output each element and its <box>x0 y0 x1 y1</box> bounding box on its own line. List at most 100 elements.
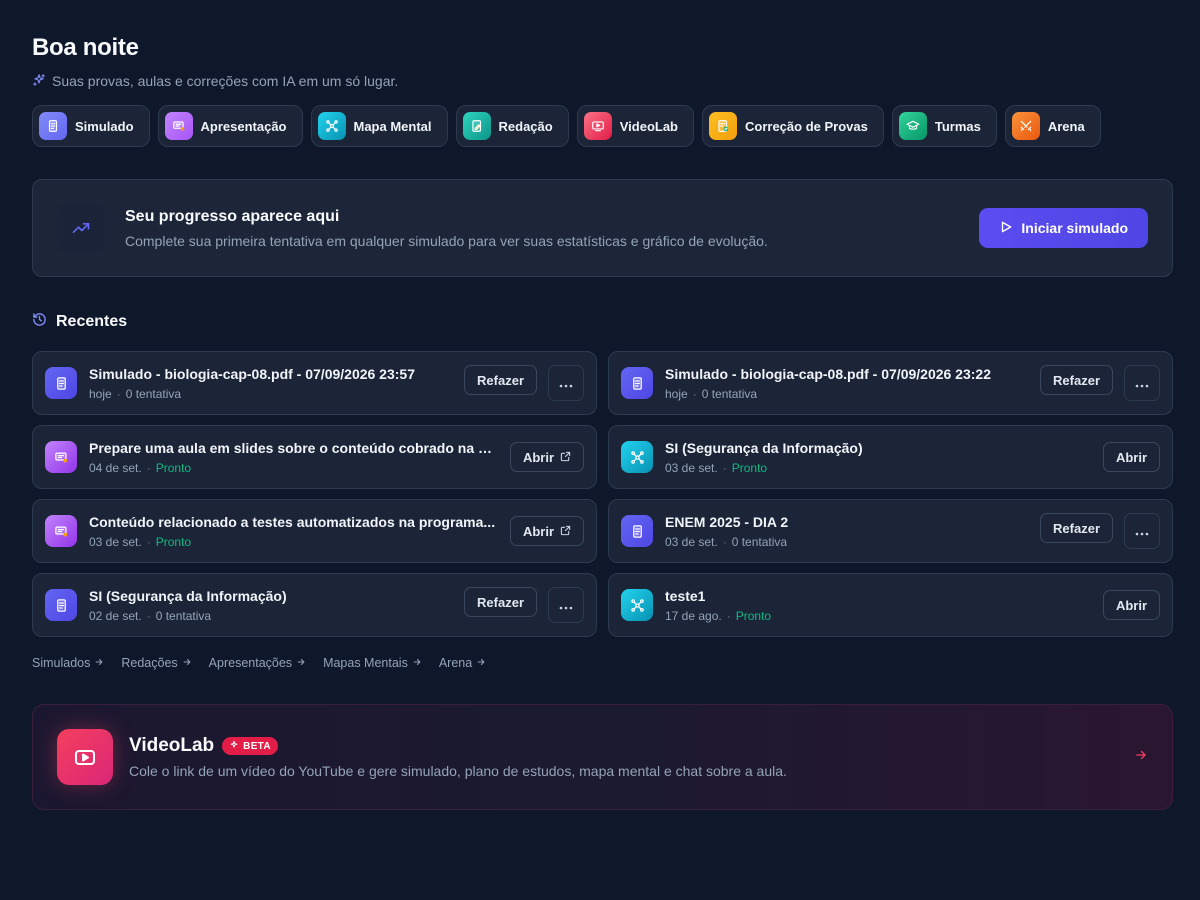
tool-button-mapa-mental[interactable]: Mapa Mental <box>310 105 448 147</box>
recent-item-title: SI (Segurança da Informação) <box>89 587 287 604</box>
quick-link-arena[interactable]: Arena <box>439 656 486 670</box>
more-options-button[interactable] <box>548 587 584 623</box>
refazer-button[interactable]: Refazer <box>464 365 537 395</box>
recent-item-meta: 02 de set. · 0 tentativa <box>89 607 450 625</box>
recent-item-date: 02 de set. <box>89 608 142 623</box>
recent-item-meta: hoje · 0 tentativa <box>89 385 450 403</box>
recent-item-title: teste1 <box>665 587 706 604</box>
document-icon <box>45 367 77 399</box>
recent-item[interactable]: SI (Segurança da Informação) 02 de set. · 0… <box>32 573 597 637</box>
abrir-button[interactable]: Abrir <box>1102 442 1160 472</box>
trending-up-icon <box>57 204 105 252</box>
tool-button-apresentacao[interactable]: Apresentação <box>157 105 303 147</box>
recent-item-title: Conteúdo relacionado a testes automatiza… <box>89 513 496 530</box>
pencil-doc-icon <box>462 112 491 140</box>
sparkles-icon <box>229 740 239 753</box>
history-icon <box>32 312 47 332</box>
ellipsis-icon <box>1135 376 1149 391</box>
arrow-right-icon[interactable] <box>1134 748 1148 767</box>
tool-button-videolab[interactable]: VideoLab <box>576 105 694 147</box>
recent-item-date: hoje <box>665 386 688 401</box>
recent-item-date: 03 de set. <box>89 534 142 549</box>
recent-item[interactable]: ENEM 2025 - DIA 2 03 de set. · 0 tentativa R… <box>608 499 1173 563</box>
quick-link-label: Arena <box>438 656 473 670</box>
recents-header: Recentes <box>32 311 1173 333</box>
external-link-icon <box>560 524 571 539</box>
separator-dot: · <box>726 608 731 623</box>
recent-item[interactable]: Prepare uma aula em slides sobre o conte… <box>32 425 597 489</box>
tool-button-redacao[interactable]: Redação <box>455 105 569 147</box>
video-icon <box>583 112 612 140</box>
recent-item-meta: 03 de set. · Pronto <box>665 459 1089 477</box>
quick-link-apresentacoes[interactable]: Apresentações <box>209 656 306 670</box>
action-label: Refazer <box>477 594 524 610</box>
recent-item-status: 0 tentativa <box>731 534 788 549</box>
action-label: Abrir <box>1115 449 1147 465</box>
refazer-button[interactable]: Refazer <box>1040 365 1113 395</box>
more-options-button[interactable] <box>548 365 584 401</box>
tool-label: Simulado <box>75 118 134 134</box>
quick-link-label: Redações <box>121 656 178 670</box>
quick-link-mapas-mentais[interactable]: Mapas Mentais <box>323 656 422 670</box>
start-simulado-button[interactable]: Iniciar simulado <box>979 208 1148 248</box>
recent-item[interactable]: Conteúdo relacionado a testes automatiza… <box>32 499 597 563</box>
tool-label: VideoLab <box>619 118 678 134</box>
separator-dot: · <box>722 534 727 549</box>
action-label: Abrir <box>1115 597 1147 613</box>
separator-dot: · <box>146 534 151 549</box>
presentation-icon <box>164 112 193 140</box>
separator-dot: · <box>146 608 151 623</box>
tool-button-correcao-de-provas[interactable]: Correção de Provas <box>702 105 884 147</box>
mind-map-icon <box>621 441 653 473</box>
arrow-right-icon <box>94 656 104 670</box>
abrir-button[interactable]: Abrir <box>509 516 584 546</box>
abrir-button[interactable]: Abrir <box>509 442 584 472</box>
recent-item[interactable]: Simulado - biologia-cap-08.pdf - 07/09/2… <box>32 351 597 415</box>
subtitle-text: Suas provas, aulas e correções com IA em… <box>52 73 399 89</box>
recent-item[interactable]: Simulado - biologia-cap-08.pdf - 07/09/2… <box>608 351 1173 415</box>
videolab-title: VideoLab <box>129 735 215 756</box>
separator-dot: · <box>146 460 151 475</box>
quick-link-redacoes[interactable]: Redações <box>121 656 191 670</box>
recent-item-date: 03 de set. <box>665 460 718 475</box>
tool-button-turmas[interactable]: Turmas <box>891 105 997 147</box>
action-label: Refazer <box>1053 372 1100 388</box>
tool-button-simulado[interactable]: Simulado <box>32 105 150 147</box>
presentation-icon <box>45 441 77 473</box>
check-doc-icon <box>709 112 737 140</box>
document-icon <box>45 589 77 621</box>
recent-item[interactable]: teste1 17 de ago. · Pronto Abrir <box>608 573 1173 637</box>
abrir-button[interactable]: Abrir <box>1102 590 1160 620</box>
ellipsis-icon <box>559 598 573 613</box>
swords-icon <box>1011 112 1040 140</box>
arrow-right-icon <box>296 656 306 670</box>
more-options-button[interactable] <box>1124 365 1160 401</box>
recent-item-date: 03 de set. <box>665 534 718 549</box>
progress-title: Seu progresso aparece aqui <box>125 207 340 225</box>
recent-item-status: 0 tentativa <box>125 386 182 401</box>
mind-map-icon <box>621 589 653 621</box>
refazer-button[interactable]: Refazer <box>1040 513 1113 543</box>
recent-item-status: 0 tentativa <box>155 608 212 623</box>
quick-link-label: Simulados <box>32 656 91 670</box>
tool-button-arena[interactable]: Arena <box>1004 105 1101 147</box>
recent-item-status: Pronto <box>731 460 768 475</box>
ellipsis-icon <box>559 376 573 391</box>
more-options-button[interactable] <box>1124 513 1160 549</box>
tool-bar: Simulado Apresentação Mapa Mental Redação Vi… <box>32 105 1173 147</box>
tool-label: Correção de Provas <box>745 118 868 134</box>
quick-link-simulados[interactable]: Simulados <box>32 656 104 670</box>
video-icon <box>57 729 113 785</box>
recent-item-status: 0 tentativa <box>701 386 758 401</box>
start-simulado-label: Iniciar simulado <box>1021 220 1128 236</box>
ellipsis-icon <box>1135 524 1149 539</box>
refazer-button[interactable]: Refazer <box>464 587 537 617</box>
recents-list: Simulado - biologia-cap-08.pdf - 07/09/2… <box>32 351 1173 637</box>
recent-item-meta: 03 de set. · Pronto <box>89 533 496 551</box>
recent-item-title: Simulado - biologia-cap-08.pdf - 07/09/2… <box>89 365 415 382</box>
recent-item[interactable]: SI (Segurança da Informação) 03 de set. · P… <box>608 425 1173 489</box>
videolab-banner[interactable]: VideoLab BETA Cole o link de um vídeo do… <box>32 704 1173 810</box>
recent-item-title: Simulado - biologia-cap-08.pdf - 07/09/2… <box>665 365 991 382</box>
tool-label: Apresentação <box>200 118 287 134</box>
separator-dot: · <box>722 460 727 475</box>
